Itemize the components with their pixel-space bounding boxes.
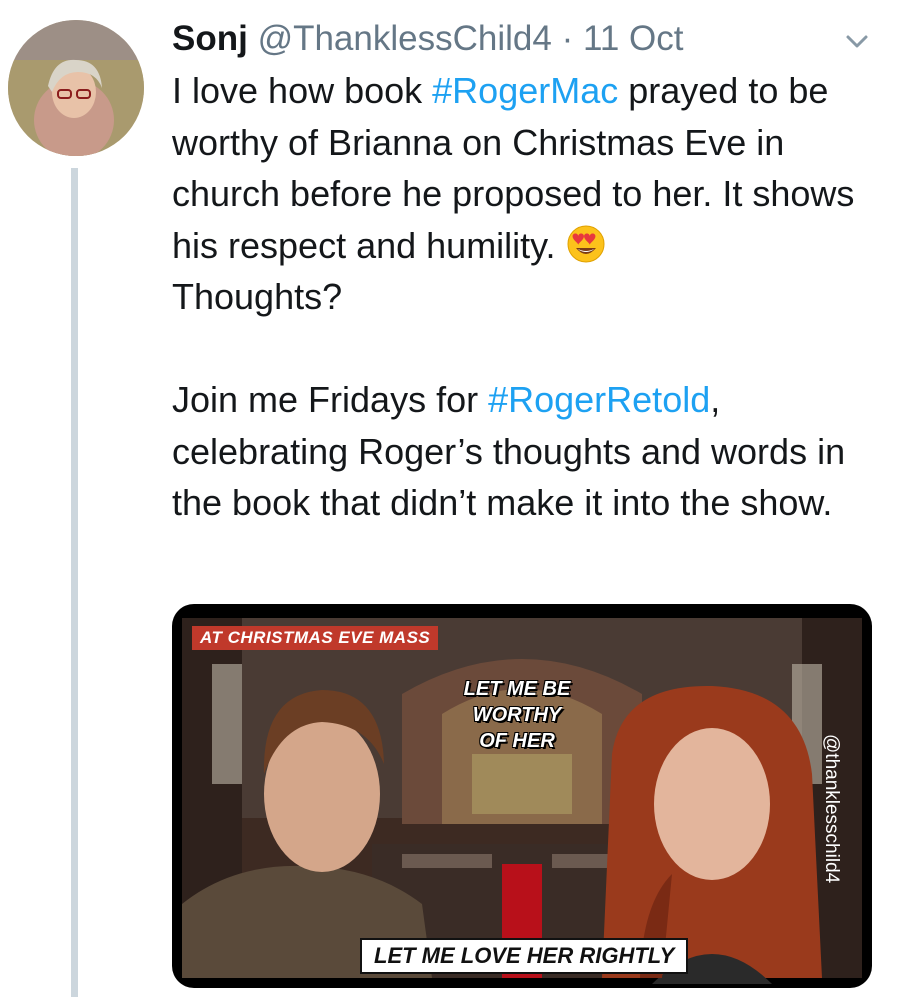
tweet-media-image[interactable]: AT CHRISTMAS EVE MASS LET ME BE WORTHY O… [172, 604, 872, 988]
text-segment: I love how book [172, 70, 433, 111]
tweet-header: Sonj @ThanklessChild4 · 11 Oct [172, 14, 872, 64]
heart-eyes-emoji-icon [567, 225, 605, 262]
caption-bottom: LET ME LOVE HER RIGHTLY [360, 938, 689, 974]
avatar-image [8, 20, 144, 156]
tweet-text: I love how book #RogerMac prayed to be w… [172, 65, 872, 529]
avatar[interactable] [8, 20, 144, 156]
tweet-paragraph-1: I love how book #RogerMac prayed to be w… [172, 65, 872, 323]
separator-dot: · [561, 19, 574, 58]
bubble-line: OF HER [479, 730, 555, 752]
chevron-down-icon[interactable] [844, 28, 870, 54]
text-segment: Join me Fridays for [172, 379, 489, 420]
user-handle[interactable]: @ThanklessChild4 [258, 19, 552, 58]
bubble-line: WORTHY [472, 704, 562, 726]
bubble-line: LET ME BE [463, 678, 571, 700]
church-scene-illustration [182, 618, 862, 984]
hashtag-rogermac[interactable]: #RogerMac [432, 70, 618, 111]
speech-bubble: LET ME BE WORTHY OF HER [461, 676, 573, 754]
tweet-paragraph-2: Join me Fridays for #RogerRetold, celebr… [172, 374, 872, 529]
display-name[interactable]: Sonj [172, 19, 248, 58]
text-segment: Thoughts? [172, 276, 343, 317]
caption-top: AT CHRISTMAS EVE MASS [192, 626, 439, 650]
hashtag-rogerretold[interactable]: #RogerRetold [488, 379, 710, 420]
tweet[interactable]: Sonj @ThanklessChild4 · 11 Oct I love ho… [172, 14, 872, 529]
watermark: @thanklesschild4 [821, 734, 842, 884]
timestamp[interactable]: 11 Oct [583, 19, 684, 58]
thread-line [71, 168, 78, 997]
